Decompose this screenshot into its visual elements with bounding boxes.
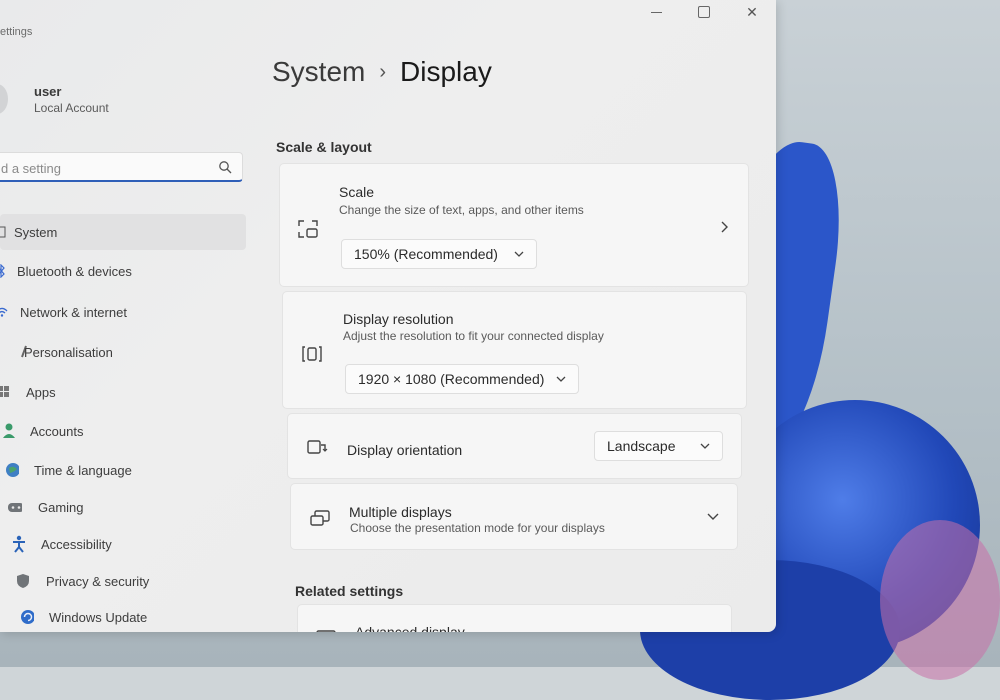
- display-orientation-title: Display orientation: [347, 442, 463, 458]
- chevron-right-icon[interactable]: [719, 220, 729, 234]
- chevron-down-icon: [556, 376, 566, 382]
- chevron-down-icon: [514, 251, 524, 257]
- sidebar-item-label: Privacy & security: [46, 573, 150, 589]
- minimize-icon: [650, 11, 662, 13]
- sidebar-item-accounts[interactable]: Accounts: [0, 413, 246, 449]
- wallpaper-bloom-shape: [880, 520, 1000, 680]
- accounts-icon: [2, 423, 16, 438]
- page-title: Display: [400, 56, 492, 87]
- breadcrumb-parent[interactable]: System: [272, 56, 365, 88]
- system-icon: [0, 225, 10, 239]
- settings-window: ettings ✕ user Local Account System Blue…: [0, 0, 776, 632]
- display-orientation-dropdown-value: Landscape: [607, 438, 676, 454]
- scale-title: Scale: [339, 184, 375, 200]
- sidebar-item-label: System: [14, 224, 58, 240]
- sidebar-item-system[interactable]: System: [0, 214, 246, 250]
- gamepad-icon: [8, 500, 22, 514]
- breadcrumb: System › Display: [272, 56, 492, 88]
- close-icon: ✕: [746, 3, 758, 20]
- advanced-display-card[interactable]: Advanced display: [297, 604, 732, 632]
- sidebar-item-label: Accounts: [30, 423, 84, 439]
- search-input[interactable]: [0, 157, 203, 179]
- scale-icon: [298, 220, 318, 238]
- sidebar-item-gaming[interactable]: Gaming: [0, 489, 246, 525]
- section-title-scale-layout: Scale & layout: [276, 139, 372, 155]
- display-orientation-card[interactable]: Display orientation Landscape: [287, 413, 742, 479]
- sidebar-item-personalisation[interactable]: Personalisation: [0, 334, 246, 370]
- multiple-displays-title: Multiple displays: [349, 504, 452, 520]
- user-name: user: [34, 84, 62, 99]
- user-account-type: Local Account: [34, 101, 109, 115]
- minimize-button[interactable]: [632, 0, 680, 24]
- advanced-display-title: Advanced display: [355, 624, 465, 632]
- sidebar-item-label: Network & internet: [20, 304, 127, 320]
- accessibility-icon: [12, 535, 26, 553]
- sidebar-item-label: Accessibility: [41, 536, 112, 552]
- sidebar-item-windows-update[interactable]: Windows Update: [0, 599, 246, 635]
- display-resolution-subtitle: Adjust the resolution to fit your connec…: [343, 329, 604, 343]
- sidebar-item-bluetooth[interactable]: Bluetooth & devices: [0, 253, 246, 289]
- monitor-icon: [316, 630, 336, 632]
- display-resolution-card[interactable]: Display resolution Adjust the resolution…: [282, 291, 747, 409]
- display-resolution-dropdown-value: 1920 × 1080 (Recommended): [358, 371, 545, 387]
- avatar: [0, 84, 8, 114]
- maximize-button[interactable]: [680, 0, 728, 24]
- scale-card[interactable]: Scale Change the size of text, apps, and…: [279, 163, 749, 287]
- globe-icon: [5, 463, 19, 477]
- chevron-down-icon[interactable]: [707, 512, 719, 522]
- sidebar-item-time-language[interactable]: Time & language: [0, 452, 246, 488]
- section-title-related-settings: Related settings: [295, 583, 404, 599]
- shield-icon: [16, 574, 30, 588]
- sidebar-item-label: Time & language: [34, 462, 132, 478]
- sidebar-item-accessibility[interactable]: Accessibility: [0, 526, 246, 562]
- sidebar-item-network[interactable]: Network & internet: [0, 294, 246, 330]
- search-box[interactable]: [0, 152, 243, 182]
- maximize-icon: [698, 6, 710, 18]
- sidebar-item-label: Personalisation: [24, 344, 113, 360]
- sidebar-item-label: Bluetooth & devices: [17, 263, 132, 279]
- display-resolution-title: Display resolution: [343, 311, 454, 327]
- sidebar-item-apps[interactable]: Apps: [0, 374, 246, 410]
- scale-dropdown[interactable]: 150% (Recommended): [341, 239, 537, 269]
- update-icon: [20, 610, 34, 624]
- display-resolution-dropdown[interactable]: 1920 × 1080 (Recommended): [345, 364, 579, 394]
- orientation-icon: [307, 440, 328, 454]
- bluetooth-icon: [0, 264, 8, 278]
- breadcrumb-separator: ›: [379, 60, 387, 83]
- resolution-icon: [302, 346, 322, 362]
- sidebar-item-label: Windows Update: [49, 609, 148, 625]
- network-icon: [0, 305, 9, 319]
- search-icon[interactable]: [218, 160, 232, 174]
- scale-dropdown-value: 150% (Recommended): [354, 246, 498, 262]
- sidebar-item-privacy-security[interactable]: Privacy & security: [0, 563, 246, 599]
- window-controls: ✕: [632, 0, 776, 24]
- sidebar-item-label: Apps: [26, 384, 56, 400]
- apps-icon: [0, 385, 11, 399]
- display-orientation-dropdown[interactable]: Landscape: [594, 431, 723, 461]
- close-button[interactable]: ✕: [728, 0, 776, 24]
- multiple-displays-card[interactable]: Multiple displays Choose the presentatio…: [290, 483, 738, 550]
- multiple-displays-icon: [310, 510, 330, 526]
- app-title: ettings: [0, 26, 33, 38]
- chevron-down-icon: [700, 443, 710, 449]
- multiple-displays-subtitle: Choose the presentation mode for your di…: [350, 521, 605, 535]
- sidebar-item-label: Gaming: [38, 499, 84, 515]
- scale-subtitle: Change the size of text, apps, and other…: [339, 203, 584, 217]
